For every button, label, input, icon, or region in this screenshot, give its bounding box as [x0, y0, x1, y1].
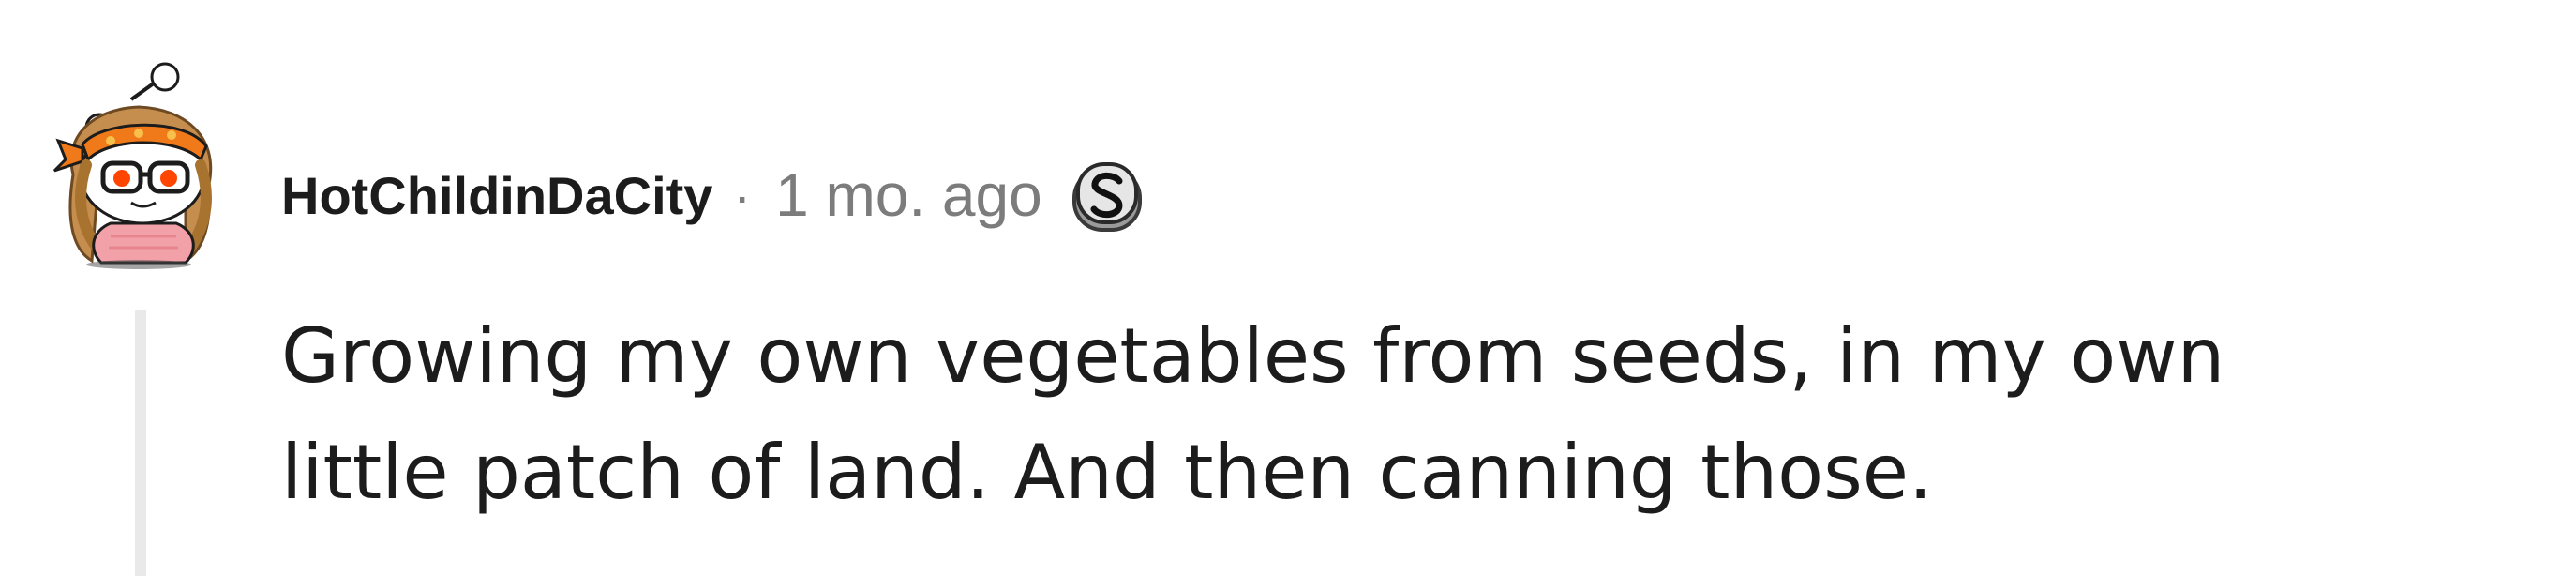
thread-collapse-line[interactable]	[135, 310, 146, 576]
comment-body: Growing my own vegetables from seeds, in…	[281, 298, 2437, 531]
silver-award-icon[interactable]	[1069, 159, 1146, 235]
comment-body-line: little patch of land. And then canning t…	[281, 429, 1933, 516]
comment-body-line: Growing my own vegetables from seeds, in…	[281, 312, 2225, 400]
comment-timestamp[interactable]: 1 mo. ago	[775, 160, 1042, 230]
author-username[interactable]: HotChildinDaCity	[281, 165, 712, 226]
comment-meta: HotChildinDaCity · 1 mo. ago	[281, 150, 1146, 240]
meta-separator: ·	[733, 165, 752, 225]
comment: HotChildinDaCity · 1 mo. ago Growing my …	[0, 0, 2576, 576]
user-avatar-icon[interactable]	[45, 62, 232, 270]
